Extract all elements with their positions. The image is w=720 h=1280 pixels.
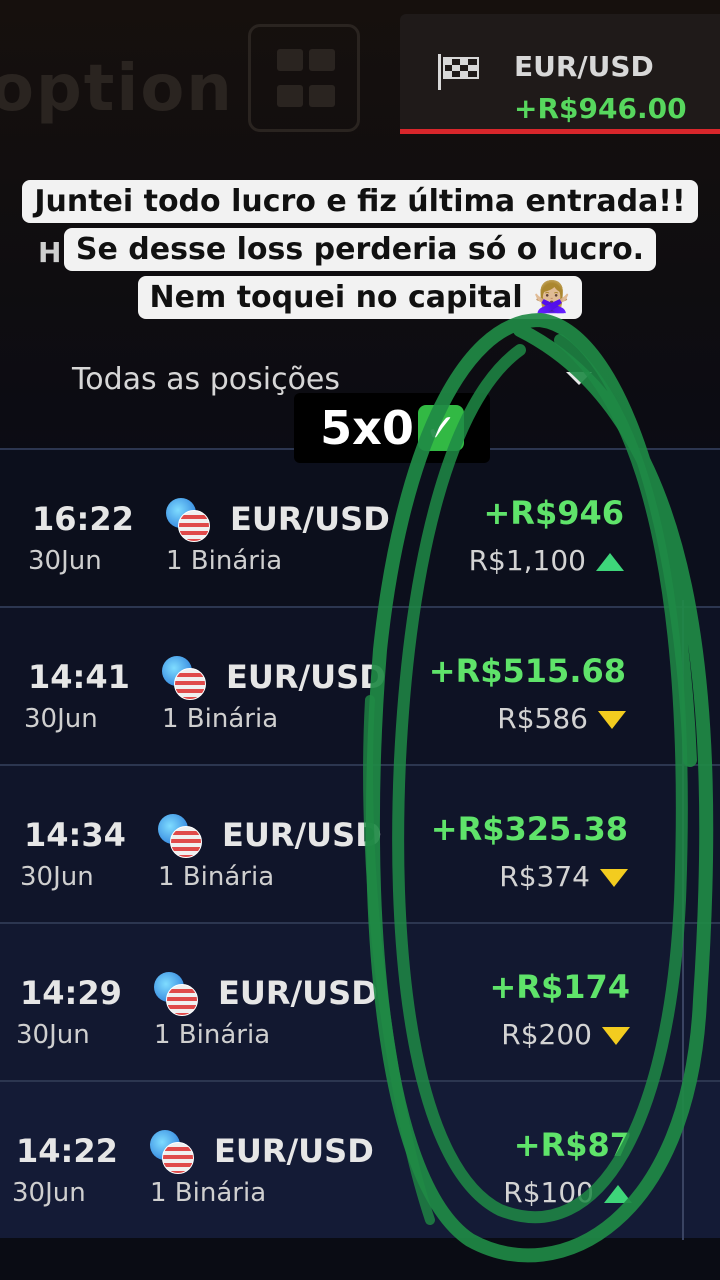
position-row[interactable]: 14:29 30Jun EUR/USD 1 Binária +R$174 R$200 <box>0 922 720 1080</box>
check-mark-icon: ✓ <box>417 405 464 451</box>
position-row[interactable]: 14:34 30Jun EUR/USD 1 Binária +R$325.38 R$374 <box>0 764 720 922</box>
scrollbar-track[interactable] <box>682 600 684 1240</box>
caption-line-1-wrap: Juntei todo lucro e fiz última entrada!! <box>0 180 720 223</box>
position-investment: R$1,100 <box>469 544 624 577</box>
position-date: 30Jun <box>28 546 102 576</box>
currency-pair-icon <box>166 498 210 542</box>
currency-pair-icon <box>158 814 202 858</box>
position-investment: R$100 <box>503 1176 632 1209</box>
position-profit: +R$174 <box>489 968 630 1006</box>
position-date: 30Jun <box>16 1020 90 1050</box>
position-type: 1 Binária <box>166 546 283 576</box>
checkered-flag-icon <box>438 54 479 90</box>
position-type: 1 Binária <box>154 1020 271 1050</box>
position-date: 30Jun <box>12 1178 86 1208</box>
investment-amount: R$586 <box>497 702 588 735</box>
position-date: 30Jun <box>24 704 98 734</box>
asset-profit: +R$946.00 <box>514 92 687 125</box>
position-type: 1 Binária <box>150 1178 267 1208</box>
position-date: 30Jun <box>20 862 94 892</box>
position-time: 14:29 <box>20 974 122 1012</box>
brand-logo: option <box>0 52 234 126</box>
caption-line-3-wrap: Nem toquei no capital 🙅🏼‍♀️ <box>0 276 720 319</box>
arrow-down-icon <box>598 711 626 729</box>
asset-name: EUR/USD <box>514 50 654 83</box>
position-time: 14:22 <box>16 1132 118 1170</box>
arrow-down-icon <box>602 1027 630 1045</box>
caption-line-1: Juntei todo lucro e fiz última entrada!! <box>22 180 698 223</box>
currency-pair-icon <box>154 972 198 1016</box>
currency-pair-icon <box>162 656 206 700</box>
position-profit: +R$946 <box>483 494 624 532</box>
investment-amount: R$200 <box>501 1018 592 1051</box>
arrow-up-icon <box>604 1185 632 1203</box>
position-investment: R$200 <box>501 1018 630 1051</box>
position-time: 14:41 <box>28 658 130 696</box>
score-text: 5x0 <box>320 401 414 455</box>
investment-amount: R$374 <box>499 860 590 893</box>
position-time: 16:22 <box>32 500 134 538</box>
position-time: 14:34 <box>24 816 126 854</box>
position-investment: R$586 <box>497 702 626 735</box>
position-investment: R$374 <box>499 860 628 893</box>
positions-filter[interactable]: Todas as posições <box>72 362 340 397</box>
caption-line-2-wrap: Se desse loss perderia só o lucro. <box>0 228 720 271</box>
chevron-down-icon[interactable] <box>566 372 592 385</box>
investment-amount: R$1,100 <box>468 544 586 577</box>
position-row[interactable]: 14:41 30Jun EUR/USD 1 Binária +R$515.68 R$586 <box>0 606 720 764</box>
position-pair: EUR/USD <box>230 500 390 538</box>
position-profit: +R$325.38 <box>430 810 628 848</box>
currency-pair-icon <box>150 1130 194 1174</box>
position-type: 1 Binária <box>158 862 275 892</box>
position-row[interactable]: 14:22 30Jun EUR/USD 1 Binária +R$87 R$100 <box>0 1080 720 1238</box>
position-pair: EUR/USD <box>222 816 382 854</box>
position-pair: EUR/USD <box>226 658 386 696</box>
position-profit: +R$515.68 <box>428 652 626 690</box>
caption-line-3: Nem toquei no capital 🙅🏼‍♀️ <box>137 276 583 319</box>
investment-amount: R$100 <box>503 1176 594 1209</box>
position-profit: +R$87 <box>513 1126 632 1164</box>
active-asset-tab[interactable]: EUR/USD +R$946.00 <box>400 14 720 134</box>
position-pair: EUR/USD <box>218 974 378 1012</box>
position-pair: EUR/USD <box>214 1132 374 1170</box>
positions-list: 16:22 30Jun EUR/USD 1 Binária +R$946 R$1,100 1… <box>0 448 720 1238</box>
arrow-up-icon <box>596 553 624 571</box>
grid-icon[interactable] <box>248 24 360 132</box>
position-row[interactable]: 16:22 30Jun EUR/USD 1 Binária +R$946 R$1,100 <box>0 448 720 606</box>
caption-line-2: Se desse loss perderia só o lucro. <box>63 228 657 271</box>
arrow-down-icon <box>600 869 628 887</box>
position-type: 1 Binária <box>162 704 279 734</box>
score-sticker: 5x0 ✓ <box>294 393 490 463</box>
